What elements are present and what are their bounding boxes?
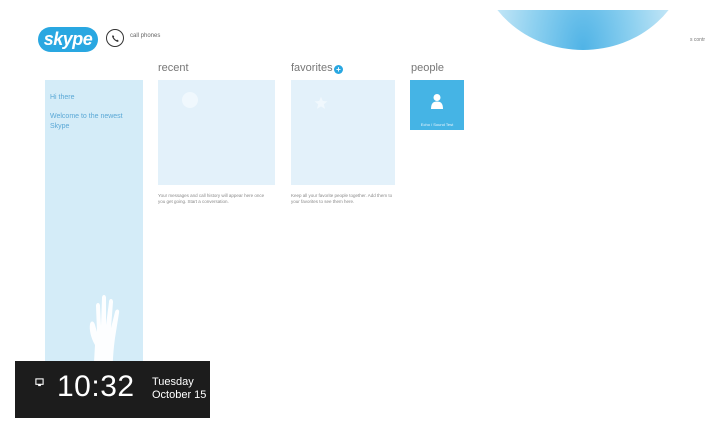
skype-logo: skype (38, 27, 98, 52)
recent-description: Your messages and call history will appe… (158, 193, 265, 204)
phone-icon (111, 34, 119, 42)
clock-date: October 15 (152, 389, 207, 401)
add-favorite-button[interactable]: + (334, 65, 343, 74)
star-icon (314, 96, 328, 109)
contact-tile-echo[interactable]: Echo / Sound Test (410, 80, 464, 130)
clock-time: 10:32 (57, 370, 135, 403)
favorites-placeholder-tile (291, 80, 395, 185)
chat-bubble-icon (182, 92, 198, 108)
add-icon: + (336, 65, 341, 74)
favorites-description: Keep all your favorite people together. … (291, 193, 393, 204)
section-title-people: people (411, 62, 445, 74)
user-account-label[interactable]: s contr (690, 37, 705, 43)
sidebar-item-hi-there[interactable]: Hi there (50, 93, 75, 103)
lock-clock-overlay: 10:32 Tuesday October 15 (15, 361, 210, 418)
clock-day: Tuesday (152, 376, 194, 388)
decorative-sky-arc (478, 10, 688, 50)
section-title-recent: recent (158, 62, 189, 74)
call-phones-button[interactable] (106, 29, 124, 47)
person-icon (431, 94, 443, 109)
welcome-panel: Hi there Welcome to the newest Skype (45, 80, 143, 380)
network-icon (35, 378, 44, 387)
recent-placeholder-tile (158, 80, 275, 185)
section-title-favorites: favorites (291, 62, 333, 74)
sidebar-item-welcome[interactable]: Welcome to the newest Skype (50, 112, 130, 132)
call-phones-label[interactable]: call phones (130, 33, 160, 39)
contact-name: Echo / Sound Test (420, 122, 454, 127)
